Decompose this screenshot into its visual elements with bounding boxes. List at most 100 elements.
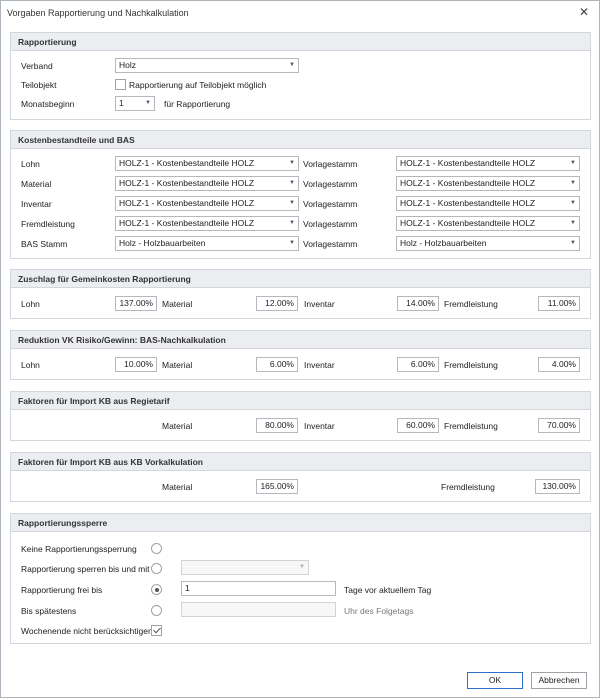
group-header: Reduktion VK Risiko/Gewinn: BAS-Nachkalk… <box>11 331 590 349</box>
keine-sperre-radio[interactable] <box>151 543 162 554</box>
zuschlag-lohn-input[interactable]: 137.00% <box>115 296 157 311</box>
cancel-button[interactable]: Abbrechen <box>531 672 587 689</box>
regietarif-fremd-input[interactable]: 70.00% <box>538 418 580 433</box>
reduktion-material-label: Material <box>162 360 193 370</box>
frei-bis-suffix: Tage vor aktuellem Tag <box>344 585 432 595</box>
lohn-select[interactable]: HOLZ-1 - Kostenbestandteile HOLZ ▼ <box>115 156 299 171</box>
regietarif-material-input[interactable]: 80.00% <box>256 418 298 433</box>
vorkalk-fremd-input[interactable]: 130.00% <box>535 479 580 494</box>
monatsbeginn-label: Monatsbeginn <box>21 99 75 109</box>
group-regietarif: Faktoren für Import KB aus Regietarif Ma… <box>10 391 591 441</box>
zuschlag-fremd-label: Fremdleistung <box>444 299 498 309</box>
monatsbeginn-suffix: für Rapportierung <box>164 99 231 109</box>
material-vorlage-select[interactable]: HOLZ-1 - Kostenbestandteile HOLZ ▼ <box>396 176 580 191</box>
bas-stamm-label: BAS Stamm <box>21 239 68 249</box>
zuschlag-material-input[interactable]: 12.00% <box>256 296 298 311</box>
group-rapportierung: Rapportierung Verband Holz ▼ Teilobjekt … <box>10 32 591 120</box>
vorlagestamm-label: Vorlagestamm <box>303 199 358 209</box>
spaetestens-label: Bis spätestens <box>21 606 77 616</box>
verband-label: Verband <box>21 61 53 71</box>
group-header: Rapportierungssperre <box>11 514 590 532</box>
inventar-select[interactable]: HOLZ-1 - Kostenbestandteile HOLZ ▼ <box>115 196 299 211</box>
reduktion-fremd-label: Fremdleistung <box>444 360 498 370</box>
regietarif-fremd-label: Fremdleistung <box>444 421 498 431</box>
bas-stamm-select[interactable]: Holz - Holzbauarbeiten ▼ <box>115 236 299 251</box>
lohn-vorlage-value: HOLZ-1 - Kostenbestandteile HOLZ <box>400 158 536 168</box>
zuschlag-inventar-input[interactable]: 14.00% <box>397 296 439 311</box>
window-title: Vorgaben Rapportierung und Nachkalkulati… <box>7 8 189 18</box>
sperren-bis-radio[interactable] <box>151 563 162 574</box>
wochenende-checkbox[interactable] <box>151 625 162 636</box>
frei-bis-input[interactable]: 1 <box>181 581 336 596</box>
spaetestens-suffix: Uhr des Folgetags <box>344 606 414 616</box>
inventar-label: Inventar <box>21 199 52 209</box>
chevron-down-icon: ▼ <box>570 180 576 186</box>
group-zuschlag: Zuschlag für Gemeinkosten Rapportierung … <box>10 269 591 319</box>
chevron-down-icon: ▼ <box>289 220 295 226</box>
regietarif-material-label: Material <box>162 421 193 431</box>
group-reduktion: Reduktion VK Risiko/Gewinn: BAS-Nachkalk… <box>10 330 591 380</box>
teilobjekt-checkbox-label: Rapportierung auf Teilobjekt möglich <box>129 80 267 90</box>
fremdleistung-label: Fremdleistung <box>21 219 75 229</box>
vorlagestamm-label: Vorlagestamm <box>303 219 358 229</box>
reduktion-fremd-input[interactable]: 4.00% <box>538 357 580 372</box>
zuschlag-fremd-input[interactable]: 11.00% <box>538 296 580 311</box>
bas-stamm-vorlage-value: Holz - Holzbauarbeiten <box>400 238 487 248</box>
sperren-bis-select[interactable]: ▼ <box>181 560 309 575</box>
chevron-down-icon: ▼ <box>145 100 151 106</box>
reduktion-inventar-input[interactable]: 6.00% <box>397 357 439 372</box>
teilobjekt-checkbox[interactable] <box>115 79 126 90</box>
reduktion-material-input[interactable]: 6.00% <box>256 357 298 372</box>
chevron-down-icon: ▼ <box>289 180 295 186</box>
reduktion-lohn-input[interactable]: 10.00% <box>115 357 157 372</box>
frei-bis-label: Rapportierung frei bis <box>21 585 103 595</box>
regietarif-inventar-label: Inventar <box>304 421 335 431</box>
close-icon[interactable]: ✕ <box>579 6 589 18</box>
fremdleistung-vorlage-select[interactable]: HOLZ-1 - Kostenbestandteile HOLZ ▼ <box>396 216 580 231</box>
spaetestens-input[interactable] <box>181 602 336 617</box>
material-label: Material <box>21 179 52 189</box>
spaetestens-radio[interactable] <box>151 605 162 616</box>
group-kostenbestandteile: Kostenbestandteile und BAS Lohn HOLZ-1 -… <box>10 130 591 259</box>
vorkalk-fremd-label: Fremdleistung <box>441 482 495 492</box>
chevron-down-icon: ▼ <box>570 220 576 226</box>
chevron-down-icon: ▼ <box>299 564 305 570</box>
inventar-value: HOLZ-1 - Kostenbestandteile HOLZ <box>119 198 255 208</box>
chevron-down-icon: ▼ <box>289 160 295 166</box>
zuschlag-material-label: Material <box>162 299 193 309</box>
vorlagestamm-label: Vorlagestamm <box>303 179 358 189</box>
bas-stamm-value: Holz - Holzbauarbeiten <box>119 238 206 248</box>
keine-sperre-label: Keine Rapportierungssperrung <box>21 544 137 554</box>
fremdleistung-select[interactable]: HOLZ-1 - Kostenbestandteile HOLZ ▼ <box>115 216 299 231</box>
material-value: HOLZ-1 - Kostenbestandteile HOLZ <box>119 178 255 188</box>
regietarif-inventar-input[interactable]: 60.00% <box>397 418 439 433</box>
monatsbeginn-select[interactable]: 1 ▼ <box>115 96 155 111</box>
chevron-down-icon: ▼ <box>570 240 576 246</box>
chevron-down-icon: ▼ <box>570 160 576 166</box>
group-header: Zuschlag für Gemeinkosten Rapportierung <box>11 270 590 288</box>
verband-select[interactable]: Holz ▼ <box>115 58 299 73</box>
chevron-down-icon: ▼ <box>289 240 295 246</box>
inventar-vorlage-value: HOLZ-1 - Kostenbestandteile HOLZ <box>400 198 536 208</box>
dialog-window: Vorgaben Rapportierung und Nachkalkulati… <box>0 0 600 698</box>
ok-button[interactable]: OK <box>467 672 523 689</box>
group-header: Kostenbestandteile und BAS <box>11 131 590 149</box>
group-header: Faktoren für Import KB aus Regietarif <box>11 392 590 410</box>
monatsbeginn-value: 1 <box>119 98 124 108</box>
reduktion-inventar-label: Inventar <box>304 360 335 370</box>
material-vorlage-value: HOLZ-1 - Kostenbestandteile HOLZ <box>400 178 536 188</box>
vorkalk-material-input[interactable]: 165.00% <box>256 479 298 494</box>
frei-bis-radio[interactable] <box>151 584 162 595</box>
chevron-down-icon: ▼ <box>570 200 576 206</box>
verband-value: Holz <box>119 60 137 70</box>
teilobjekt-label: Teilobjekt <box>21 80 57 90</box>
bas-stamm-vorlage-select[interactable]: Holz - Holzbauarbeiten ▼ <box>396 236 580 251</box>
group-rapportierungssperre: Rapportierungssperre Keine Rapportierung… <box>10 513 591 644</box>
inventar-vorlage-select[interactable]: HOLZ-1 - Kostenbestandteile HOLZ ▼ <box>396 196 580 211</box>
group-header: Rapportierung <box>11 33 590 51</box>
material-select[interactable]: HOLZ-1 - Kostenbestandteile HOLZ ▼ <box>115 176 299 191</box>
sperren-bis-label: Rapportierung sperren bis und mit <box>21 564 150 574</box>
zuschlag-inventar-label: Inventar <box>304 299 335 309</box>
vorlagestamm-label: Vorlagestamm <box>303 239 358 249</box>
lohn-vorlage-select[interactable]: HOLZ-1 - Kostenbestandteile HOLZ ▼ <box>396 156 580 171</box>
